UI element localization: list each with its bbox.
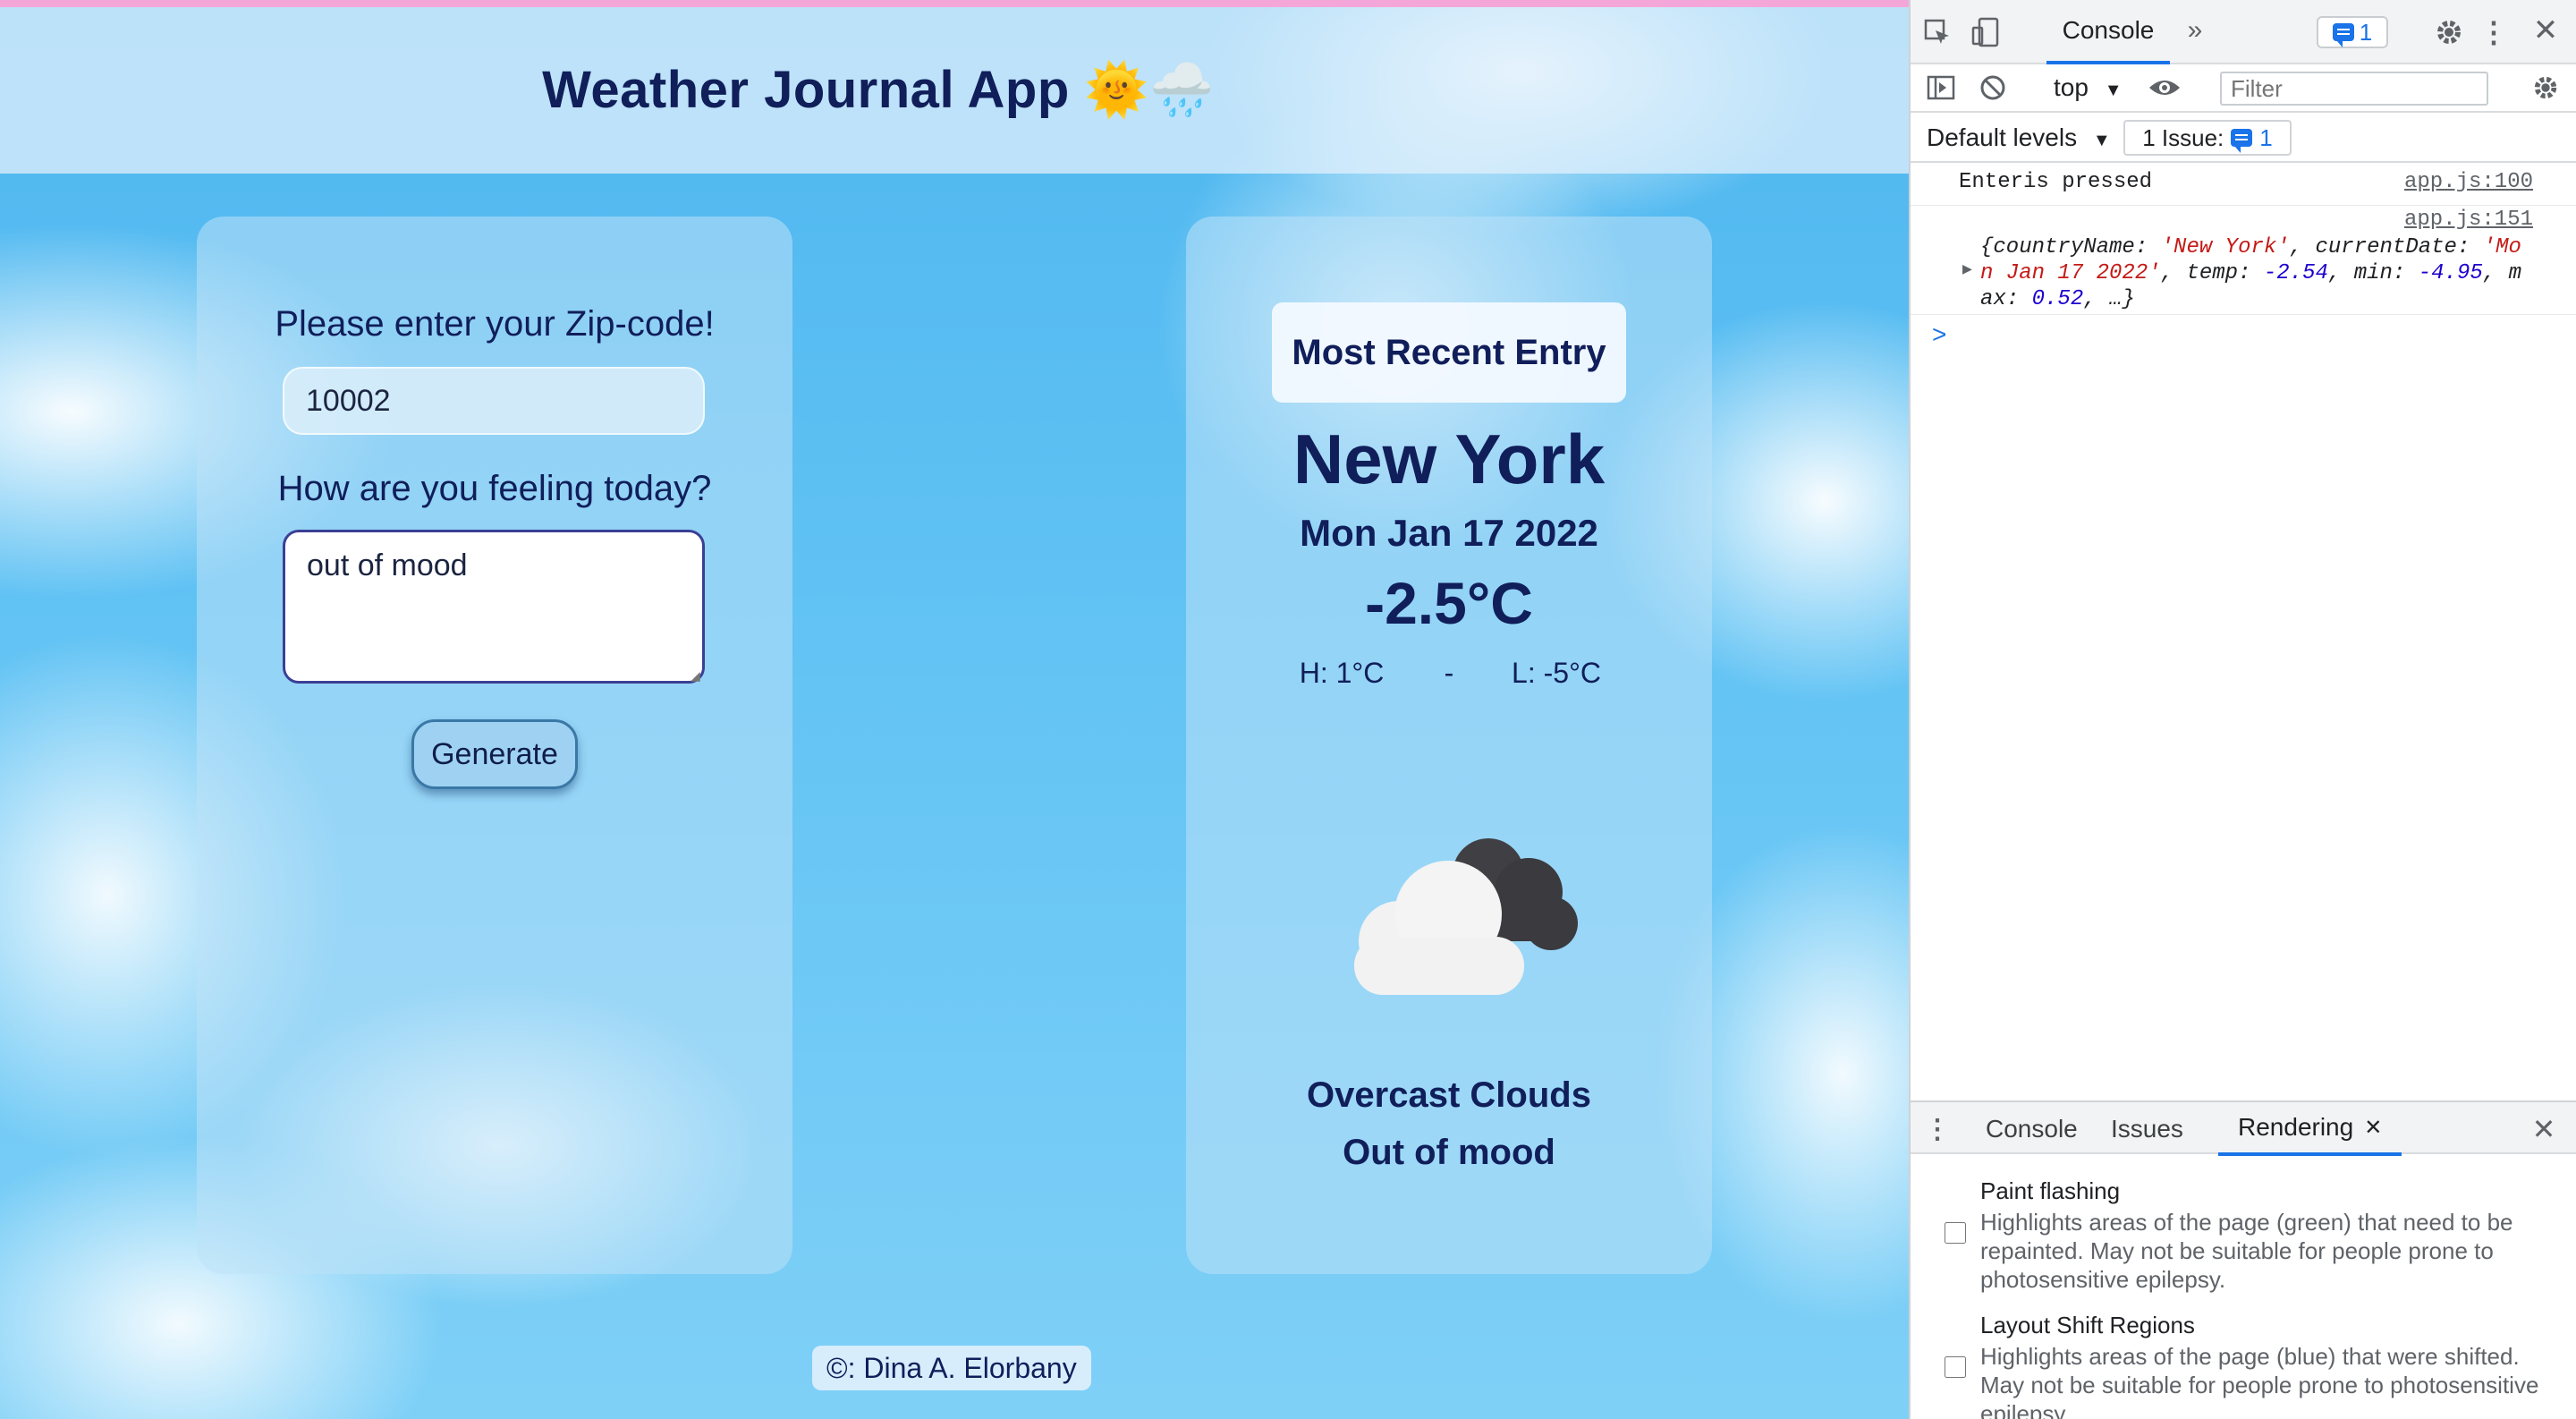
issues-icon [2231, 129, 2253, 153]
issues-count: 1 [2359, 18, 2373, 46]
console-message-text: Enteris pressed [1959, 170, 2153, 194]
high-temp: H: 1°C [1299, 657, 1385, 689]
drawer-menu-icon[interactable]: ⋮ [1924, 1111, 1951, 1147]
more-tabs-icon[interactable]: » [2179, 14, 2211, 47]
broken-clouds-night-icon [1354, 838, 1578, 995]
devtools-panel: Console » 1 ⋮ ✕ top ▼ Defaul [1909, 0, 2576, 1419]
console-toolbar: top ▼ [1911, 64, 2576, 113]
close-drawer-icon[interactable]: ✕ [2526, 1111, 2562, 1147]
close-devtools-icon[interactable]: ✕ [2528, 13, 2563, 48]
default-levels-label: Default levels [1927, 123, 2078, 151]
feelings-textarea[interactable]: out of mood [283, 530, 705, 684]
close-tab-icon[interactable]: ✕ [2364, 1115, 2382, 1141]
option-title: Paint flashing [1980, 1177, 2121, 1204]
sidebar-toggle-icon[interactable] [1925, 72, 1957, 104]
drawer-tabbar: ⋮ Console Issues Rendering ✕ ✕ [1911, 1100, 2576, 1156]
issues-badge[interactable]: 1 [2317, 16, 2388, 48]
mood-entry: Out of mood [1343, 1133, 1555, 1172]
settings-gear-icon[interactable] [2431, 14, 2467, 50]
high-low-separator: - [1444, 657, 1454, 689]
live-expression-eye-icon[interactable] [2147, 72, 2182, 104]
kebab-menu-icon[interactable]: ⋮ [2479, 14, 2508, 50]
option-description: Highlights areas of the page (blue) that… [1980, 1343, 2539, 1419]
devtools-toolbar: Console » 1 ⋮ ✕ [1911, 0, 2576, 64]
issues-counter-button[interactable]: 1 Issue: 1 [2123, 120, 2292, 156]
console-object-preview[interactable]: {countryName: 'New York', currentDate: '… [1980, 234, 2576, 312]
weather-description: Overcast Clouds [1307, 1075, 1591, 1115]
city-name: New York [1292, 420, 1606, 498]
drawer-tab-console[interactable]: Console [1986, 1102, 2078, 1156]
issues-icon [2332, 23, 2354, 47]
drawer-tab-rendering[interactable]: Rendering ✕ [2218, 1102, 2402, 1156]
context-selector[interactable]: top ▼ [2054, 73, 2123, 102]
console-message: Enteris pressed app.js:100 [1911, 170, 2576, 206]
source-link[interactable]: app.js:151 [2404, 208, 2533, 232]
clear-console-icon[interactable] [1977, 72, 2009, 104]
result-panel: Most Recent Entry New York Mon Jan 17 20… [1186, 217, 1712, 1274]
tab-console[interactable]: Console [2046, 0, 2170, 64]
app-title: Weather Journal App 🌞🌧️ [542, 61, 1215, 119]
app-header: Weather Journal App 🌞🌧️ [0, 7, 1909, 174]
zip-label: Please enter your Zip-code! [275, 304, 715, 344]
issue-count: 1 [2259, 123, 2273, 151]
option-title: Layout Shift Regions [1980, 1312, 2195, 1338]
dropdown-arrow-icon: ▼ [2092, 131, 2111, 150]
low-temp: L: -5°C [1512, 657, 1601, 689]
resize-grip-icon[interactable]: ◢ [691, 669, 703, 682]
levels-bar: Default levels ▼ 1 Issue: 1 [1911, 113, 2576, 163]
feelings-label: How are you feeling today? [277, 469, 712, 508]
temperature: -2.5°C [1365, 570, 1533, 636]
option-description: Highlights areas of the page (green) tha… [1980, 1209, 2513, 1293]
entry-panel: Please enter your Zip-code! How are you … [197, 217, 792, 1274]
rendering-tab-label: Rendering [2238, 1113, 2354, 1141]
drawer-tab-issues[interactable]: Issues [2111, 1102, 2183, 1156]
weather-app: Weather Journal App 🌞🌧️ Please enter you… [0, 0, 1909, 1419]
console-settings-icon[interactable] [2528, 72, 2563, 104]
footer-credit: ©: Dina A. Elorbany [812, 1346, 1091, 1390]
console-object-message: app.js:151 ▶ {countryName: 'New York', c… [1911, 208, 2576, 315]
entry-date: Mon Jan 17 2022 [1300, 512, 1598, 554]
top-strip [0, 0, 1909, 7]
console-filter-input[interactable] [2220, 72, 2488, 106]
console-prompt[interactable]: > [1932, 320, 1946, 349]
default-levels-dropdown[interactable]: Default levels ▼ [1927, 123, 2111, 152]
layout-shift-checkbox[interactable] [1945, 1356, 1966, 1378]
inspect-element-icon[interactable] [1921, 16, 1953, 48]
issue-text: 1 Issue: [2142, 123, 2224, 151]
paint-flashing-checkbox[interactable] [1945, 1222, 1966, 1244]
dropdown-arrow-icon: ▼ [2104, 81, 2123, 100]
generate-button[interactable]: Generate [411, 719, 578, 789]
context-value: top [2054, 73, 2089, 101]
zip-input[interactable] [283, 367, 705, 435]
recent-entry-heading: Most Recent Entry [1272, 302, 1626, 403]
source-link[interactable]: app.js:100 [2404, 170, 2533, 194]
high-low: H: 1°C - L: -5°C [1186, 657, 1712, 690]
device-toggle-icon[interactable] [1970, 16, 2002, 48]
expand-triangle-icon[interactable]: ▶ [1962, 259, 1972, 279]
